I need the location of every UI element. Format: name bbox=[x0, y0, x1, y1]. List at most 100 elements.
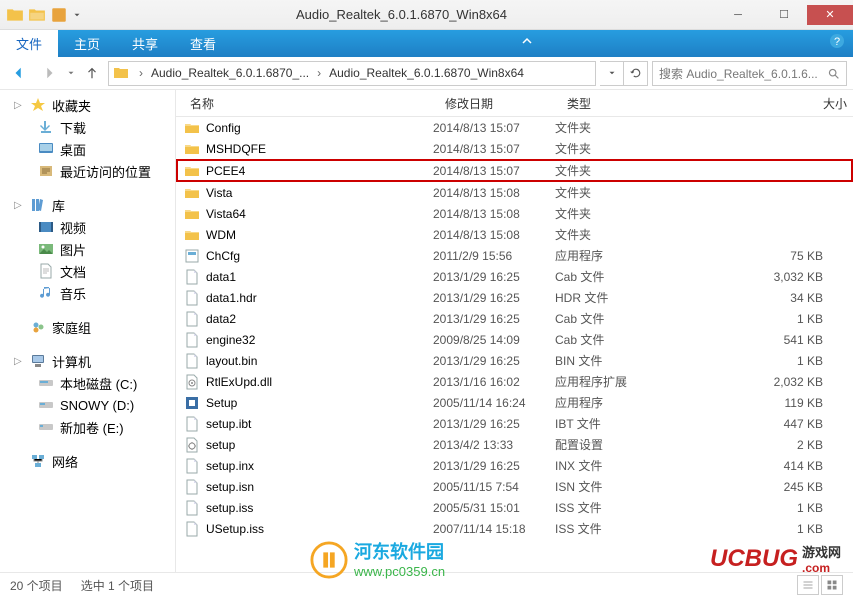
file-type: ISS 文件 bbox=[555, 499, 670, 516]
file-size: 1 KB bbox=[670, 522, 853, 536]
help-icon[interactable]: ? bbox=[829, 33, 845, 54]
file-row[interactable]: Vista642014/8/13 15:08文件夹 bbox=[176, 203, 853, 224]
folder-icon bbox=[184, 185, 200, 201]
tab-file[interactable]: 文件 bbox=[0, 30, 58, 57]
logo-icon bbox=[310, 541, 348, 579]
file-date: 2014/8/13 15:07 bbox=[433, 121, 555, 135]
folder-icon bbox=[184, 227, 200, 243]
file-name: data1.hdr bbox=[206, 291, 257, 305]
folder-icon bbox=[6, 6, 24, 24]
close-button[interactable]: ✕ bbox=[807, 5, 853, 25]
sidebar-network[interactable]: 网络 bbox=[0, 450, 175, 472]
file-row[interactable]: engine322009/8/25 14:09Cab 文件541 KB bbox=[176, 329, 853, 350]
title-bar: Audio_Realtek_6.0.1.6870_Win8x64 ─ ☐ ✕ bbox=[0, 0, 853, 30]
file-date: 2013/1/29 16:25 bbox=[433, 417, 555, 431]
file-date: 2014/8/13 15:08 bbox=[433, 186, 555, 200]
minimize-button[interactable]: ─ bbox=[715, 5, 761, 25]
file-row[interactable]: Config2014/8/13 15:07文件夹 bbox=[176, 117, 853, 138]
sidebar-computer[interactable]: ▷计算机 bbox=[0, 350, 175, 372]
open-folder-icon bbox=[28, 6, 46, 24]
file-row[interactable]: setup.iss2005/5/31 15:01ISS 文件1 KB bbox=[176, 497, 853, 518]
search-input[interactable]: 搜索 Audio_Realtek_6.0.1.6... bbox=[652, 61, 847, 86]
file-date: 2013/1/29 16:25 bbox=[433, 270, 555, 284]
view-details-button[interactable] bbox=[797, 575, 819, 595]
file-row[interactable]: PCEE42014/8/13 15:07文件夹 bbox=[176, 159, 853, 182]
back-button[interactable] bbox=[6, 60, 32, 86]
file-size: 2,032 KB bbox=[670, 375, 853, 389]
sidebar-item-drive-c[interactable]: 本地磁盘 (C:) bbox=[0, 372, 175, 394]
file-type: 应用程序扩展 bbox=[555, 373, 670, 390]
chevron-right-icon[interactable]: › bbox=[311, 66, 327, 80]
properties-icon bbox=[50, 6, 68, 24]
column-size[interactable]: 大小 bbox=[676, 95, 853, 112]
file-type: 文件夹 bbox=[555, 184, 670, 201]
file-row[interactable]: setup2013/4/2 13:33配置设置2 KB bbox=[176, 434, 853, 455]
file-icon bbox=[184, 500, 200, 516]
file-size: 75 KB bbox=[670, 249, 853, 263]
file-row[interactable]: USetup.iss2007/11/14 15:18ISS 文件1 KB bbox=[176, 518, 853, 539]
dropdown-icon[interactable] bbox=[72, 6, 82, 24]
file-row[interactable]: RtlExUpd.dll2013/1/16 16:02应用程序扩展2,032 K… bbox=[176, 371, 853, 392]
breadcrumb-seg-1[interactable]: Audio_Realtek_6.0.1.6870_... bbox=[149, 66, 311, 80]
file-type: 应用程序 bbox=[555, 247, 670, 264]
sidebar-homegroup[interactable]: 家庭组 bbox=[0, 316, 175, 338]
file-date: 2014/8/13 15:07 bbox=[433, 164, 555, 178]
file-row[interactable]: Setup2005/11/14 16:24应用程序119 KB bbox=[176, 392, 853, 413]
tab-view[interactable]: 查看 bbox=[174, 30, 232, 57]
file-row[interactable]: data1.hdr2013/1/29 16:25HDR 文件34 KB bbox=[176, 287, 853, 308]
sidebar-item-recent[interactable]: 最近访问的位置 bbox=[0, 160, 175, 182]
sidebar-item-videos[interactable]: 视频 bbox=[0, 216, 175, 238]
svg-text:?: ? bbox=[834, 36, 840, 48]
sidebar-item-drive-d[interactable]: SNOWY (D:) bbox=[0, 394, 175, 416]
sidebar-item-drive-e[interactable]: 新加卷 (E:) bbox=[0, 416, 175, 438]
column-name[interactable]: 名称 bbox=[184, 95, 439, 112]
history-dropdown-icon[interactable] bbox=[66, 68, 76, 78]
file-size: 34 KB bbox=[670, 291, 853, 305]
drive-icon bbox=[38, 419, 54, 435]
file-row[interactable]: setup.inx2013/1/29 16:25INX 文件414 KB bbox=[176, 455, 853, 476]
file-name: ChCfg bbox=[206, 249, 240, 263]
file-name: engine32 bbox=[206, 333, 255, 347]
column-type[interactable]: 类型 bbox=[561, 95, 676, 112]
file-row[interactable]: data22013/1/29 16:25Cab 文件1 KB bbox=[176, 308, 853, 329]
file-size: 1 KB bbox=[670, 501, 853, 515]
folder-icon bbox=[184, 163, 200, 179]
file-row[interactable]: layout.bin2013/1/29 16:25BIN 文件1 KB bbox=[176, 350, 853, 371]
status-item-count: 20 个项目 bbox=[10, 577, 63, 594]
file-date: 2013/1/29 16:25 bbox=[433, 354, 555, 368]
file-row[interactable]: ChCfg2011/2/9 15:56应用程序75 KB bbox=[176, 245, 853, 266]
sidebar-item-desktop[interactable]: 桌面 bbox=[0, 138, 175, 160]
file-row[interactable]: WDM2014/8/13 15:08文件夹 bbox=[176, 224, 853, 245]
maximize-button[interactable]: ☐ bbox=[761, 5, 807, 25]
forward-button[interactable] bbox=[36, 60, 62, 86]
search-icon bbox=[827, 67, 840, 80]
file-name: USetup.iss bbox=[206, 522, 264, 536]
chevron-right-icon[interactable]: › bbox=[133, 66, 149, 80]
breadcrumb-seg-2[interactable]: Audio_Realtek_6.0.1.6870_Win8x64 bbox=[327, 66, 526, 80]
breadcrumb-dropdown-button[interactable] bbox=[600, 61, 624, 86]
breadcrumb[interactable]: › Audio_Realtek_6.0.1.6870_... › Audio_R… bbox=[108, 61, 596, 86]
ribbon-expand-icon[interactable] bbox=[519, 33, 535, 54]
sidebar-item-downloads[interactable]: 下载 bbox=[0, 116, 175, 138]
up-button[interactable] bbox=[80, 61, 104, 85]
refresh-button[interactable] bbox=[624, 61, 648, 86]
sidebar-item-documents[interactable]: 文档 bbox=[0, 260, 175, 282]
sidebar-favorites[interactable]: ▷收藏夹 bbox=[0, 94, 175, 116]
file-row[interactable]: Vista2014/8/13 15:08文件夹 bbox=[176, 182, 853, 203]
file-row[interactable]: setup.isn2005/11/15 7:54ISN 文件245 KB bbox=[176, 476, 853, 497]
view-icons-button[interactable] bbox=[821, 575, 843, 595]
drive-icon bbox=[38, 375, 54, 391]
tab-home[interactable]: 主页 bbox=[58, 30, 116, 57]
file-size: 414 KB bbox=[670, 459, 853, 473]
file-row[interactable]: data12013/1/29 16:25Cab 文件3,032 KB bbox=[176, 266, 853, 287]
file-row[interactable]: MSHDQFE2014/8/13 15:07文件夹 bbox=[176, 138, 853, 159]
sidebar-libraries[interactable]: ▷库 bbox=[0, 194, 175, 216]
exe-icon bbox=[184, 248, 200, 264]
column-date[interactable]: 修改日期 bbox=[439, 95, 561, 112]
file-date: 2013/1/29 16:25 bbox=[433, 459, 555, 473]
tab-share[interactable]: 共享 bbox=[116, 30, 174, 57]
sidebar-item-music[interactable]: 音乐 bbox=[0, 282, 175, 304]
file-type: BIN 文件 bbox=[555, 352, 670, 369]
file-row[interactable]: setup.ibt2013/1/29 16:25IBT 文件447 KB bbox=[176, 413, 853, 434]
sidebar-item-pictures[interactable]: 图片 bbox=[0, 238, 175, 260]
